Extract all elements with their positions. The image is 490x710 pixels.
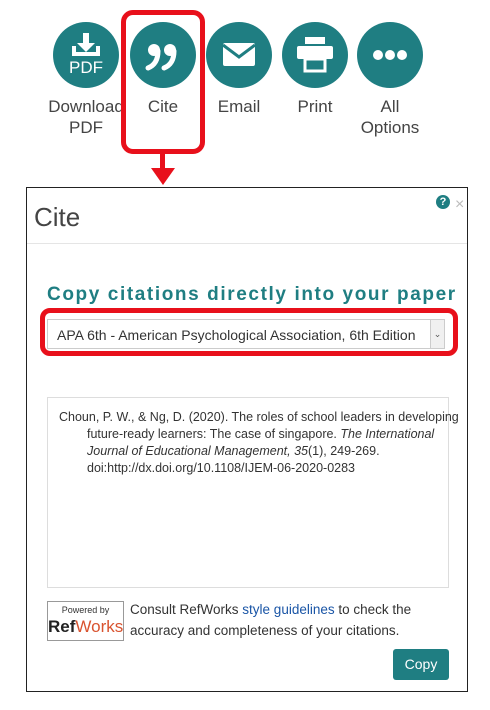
envelope-icon xyxy=(206,22,272,88)
refworks-name-works: Works xyxy=(75,617,124,636)
cite-dialog: Cite ? × Copy citations directly into yo… xyxy=(26,187,468,692)
refworks-consult-text: Consult RefWorks style guidelines to che… xyxy=(130,599,450,641)
printer-icon xyxy=(282,22,348,88)
download-pdf-icon-text: PDF xyxy=(69,58,103,77)
refworks-name: RefWorks xyxy=(48,617,123,637)
refworks-logo: Powered by RefWorks xyxy=(47,601,124,641)
refworks-name-ref: Ref xyxy=(48,617,76,636)
refworks-powered-by: Powered by xyxy=(61,605,110,615)
consult-prefix: Consult RefWorks xyxy=(130,602,243,617)
style-guidelines-link[interactable]: style guidelines xyxy=(242,602,334,617)
print-label: Print xyxy=(297,97,333,116)
download-pdf-button[interactable]: PDF Download PDF xyxy=(46,22,126,138)
download-pdf-label: Download PDF xyxy=(48,97,124,137)
cite-highlight-frame xyxy=(121,10,205,154)
help-icon[interactable]: ? xyxy=(436,195,450,209)
close-icon[interactable]: × xyxy=(455,197,464,213)
style-select-highlight-frame xyxy=(40,308,458,356)
ellipsis-icon xyxy=(357,22,423,88)
copy-citations-heading: Copy citations directly into your paper xyxy=(47,284,457,305)
dialog-title: Cite xyxy=(34,202,81,232)
email-label: Email xyxy=(217,97,261,116)
citation-text: Choun, P. W., & Ng, D. (2020). The roles… xyxy=(59,409,465,477)
arrow-down-icon xyxy=(151,168,175,185)
all-options-button[interactable]: All Options xyxy=(350,22,430,138)
copy-button[interactable]: Copy xyxy=(393,649,449,680)
dialog-divider xyxy=(27,243,467,244)
email-button[interactable]: Email xyxy=(199,22,279,117)
download-pdf-icon: PDF xyxy=(53,22,119,88)
citation-text-box[interactable]: Choun, P. W., & Ng, D. (2020). The roles… xyxy=(47,397,459,588)
print-button[interactable]: Print xyxy=(275,22,355,117)
all-options-label: All Options xyxy=(360,97,420,137)
